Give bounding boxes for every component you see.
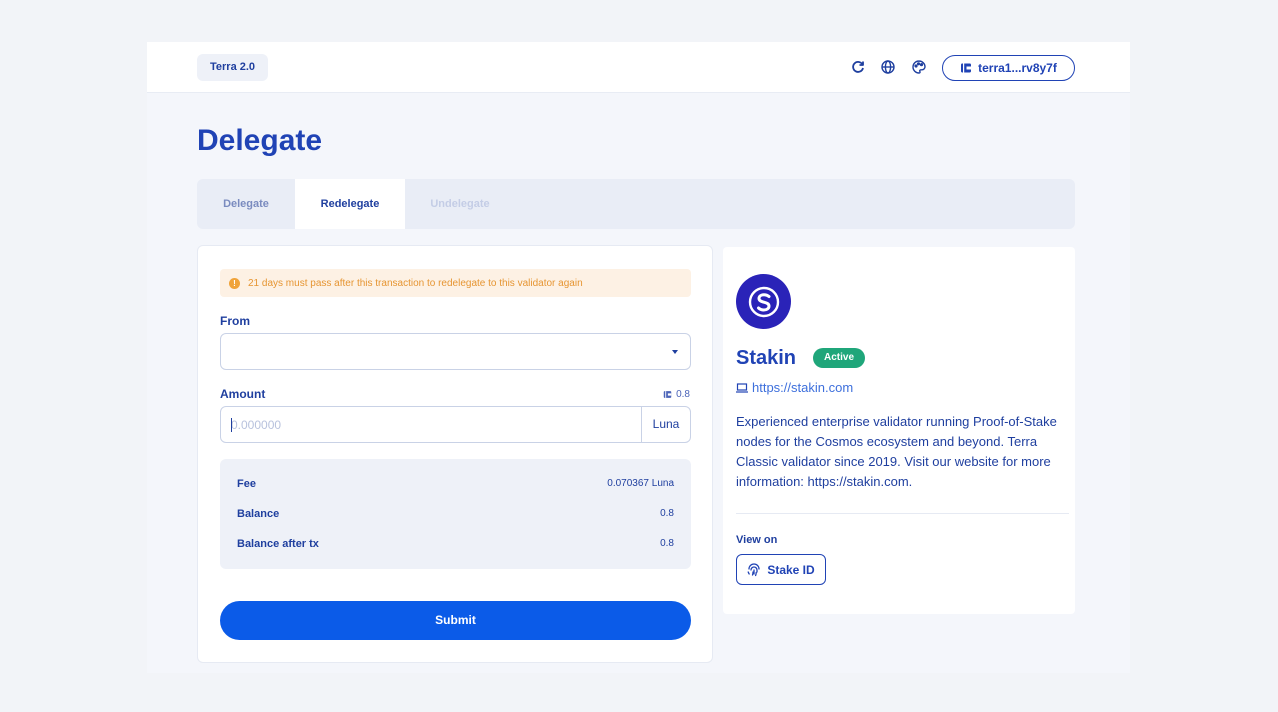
balance-after-label: Balance after tx xyxy=(237,538,319,550)
tab-delegate[interactable]: Delegate xyxy=(197,179,295,229)
laptop-icon xyxy=(736,382,748,393)
wallet-address: terra1...rv8y7f xyxy=(978,61,1057,75)
amount-input[interactable] xyxy=(221,407,641,442)
app-window: Terra 2.0 terra1...rv8y7f Delegate Deleg… xyxy=(147,42,1130,673)
palette-icon[interactable] xyxy=(911,59,927,75)
balance-value: 0.8 xyxy=(660,508,674,519)
available-balance[interactable]: 0.8 xyxy=(663,389,690,400)
fingerprint-icon xyxy=(747,562,760,576)
refresh-icon[interactable] xyxy=(850,59,866,75)
validator-website-link[interactable]: https://stakin.com xyxy=(736,380,853,395)
amount-field: Luna xyxy=(220,406,691,443)
tab-redelegate[interactable]: Redelegate xyxy=(295,179,405,229)
validator-card: Stakin Active https://stakin.com Experie… xyxy=(723,247,1075,614)
globe-icon[interactable] xyxy=(880,59,896,75)
validator-logo xyxy=(736,274,791,329)
balance-row: Balance 0.8 xyxy=(237,508,674,524)
amount-unit: Luna xyxy=(641,407,690,442)
wallet-icon xyxy=(663,391,672,398)
warning-text: 21 days must pass after this transaction… xyxy=(248,277,583,289)
top-bar: Terra 2.0 terra1...rv8y7f xyxy=(147,42,1130,93)
stake-id-button[interactable]: Stake ID xyxy=(736,554,826,585)
wallet-button[interactable]: terra1...rv8y7f xyxy=(942,55,1075,81)
network-selector[interactable]: Terra 2.0 xyxy=(197,54,269,81)
status-badge: Active xyxy=(813,348,866,368)
website-url: https://stakin.com xyxy=(752,380,854,395)
from-label: From xyxy=(220,314,250,328)
info-icon: ! xyxy=(229,277,240,289)
from-validator-select[interactable] xyxy=(220,333,691,370)
fee-value: 0.070367 Luna xyxy=(607,478,674,489)
available-amount: 0.8 xyxy=(676,389,690,400)
balance-after-row: Balance after tx 0.8 xyxy=(237,538,674,554)
balance-label: Balance xyxy=(237,508,280,520)
wallet-icon xyxy=(961,63,972,73)
view-on-label: View on xyxy=(736,534,778,546)
chevron-down-icon xyxy=(672,350,678,354)
tab-undelegate: Undelegate xyxy=(430,198,490,210)
submit-button[interactable]: Submit xyxy=(220,601,691,640)
amount-label: Amount xyxy=(220,387,266,401)
redelegate-form: ! 21 days must pass after this transacti… xyxy=(197,245,713,663)
validator-name: Stakin xyxy=(736,347,797,369)
tab-bar: Delegate Redelegate Undelegate xyxy=(197,179,1075,229)
fee-row: Fee 0.070367 Luna xyxy=(237,478,674,494)
balance-after-value: 0.8 xyxy=(660,538,674,549)
tx-summary: Fee 0.070367 Luna Balance 0.8 Balance af… xyxy=(220,459,691,569)
divider xyxy=(736,513,1069,514)
validator-description: Experienced enterprise validator running… xyxy=(736,414,1057,489)
stake-id-label: Stake ID xyxy=(767,562,815,577)
warning-banner: ! 21 days must pass after this transacti… xyxy=(220,269,691,297)
page-title: Delegate xyxy=(197,124,323,157)
text-cursor xyxy=(231,418,232,432)
fee-label: Fee xyxy=(237,478,256,490)
